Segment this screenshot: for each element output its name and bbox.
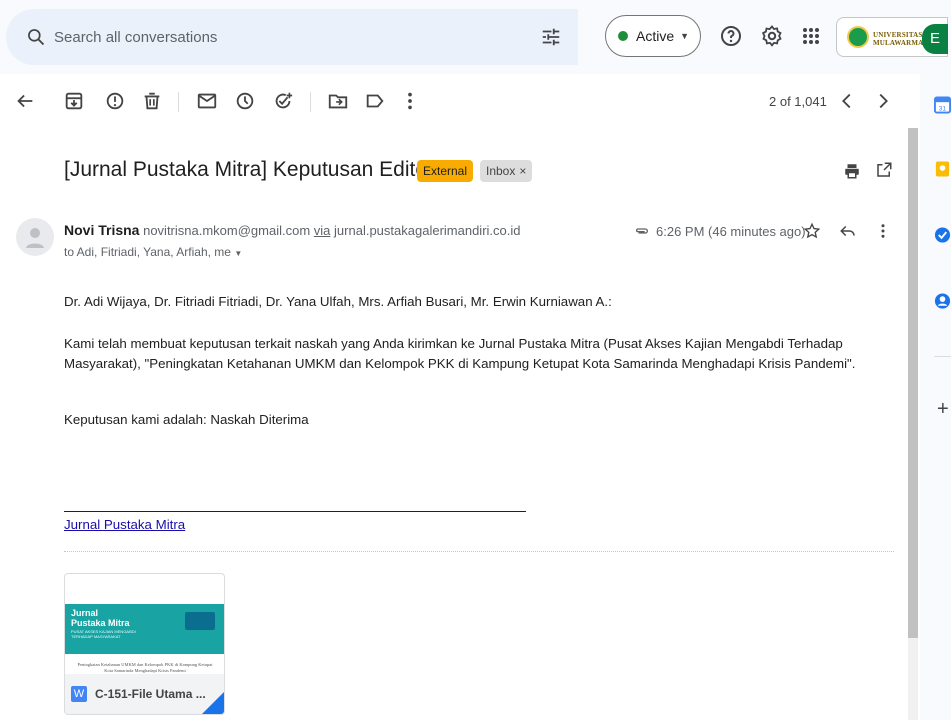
recipients-line[interactable]: to Adi, Fitriadi, Yana, Arfiah, me ▼ — [64, 245, 242, 259]
email-paragraph: Kami telah membuat keputusan terkait nas… — [64, 336, 856, 371]
email-decision: Keputusan kami adalah: Naskah Diterima — [64, 412, 309, 427]
more-options-icon[interactable] — [399, 90, 421, 112]
move-to-folder-icon[interactable] — [327, 90, 349, 112]
older-chevron-right-icon[interactable] — [872, 90, 894, 112]
attachment-footer: W C-151-File Utama ... — [65, 674, 224, 714]
search-options-icon[interactable] — [540, 26, 562, 48]
svg-text:31: 31 — [939, 106, 947, 113]
pagination-count: 2 of 1,041 — [769, 94, 827, 109]
message-more-options-icon[interactable] — [874, 222, 892, 240]
attachment-thumb-title: Jurnal Pustaka Mitra — [71, 608, 130, 628]
person-silhouette-icon — [26, 228, 44, 248]
status-selector[interactable]: Active ▼ — [605, 15, 701, 57]
email-subject: [Jurnal Pustaka Mitra] Keputusan Editor — [64, 158, 435, 181]
word-document-icon: W — [71, 686, 87, 702]
help-icon[interactable] — [719, 24, 743, 48]
scrollbar-thumb[interactable] — [908, 128, 918, 638]
snooze-clock-icon[interactable] — [234, 90, 256, 112]
sender-email: novitrisna.mkom@gmail.com — [143, 223, 311, 238]
open-in-new-window-icon[interactable] — [875, 161, 893, 179]
settings-gear-icon[interactable] — [760, 24, 784, 48]
thumbnail-document-graphic — [185, 612, 215, 630]
search-input[interactable] — [54, 23, 514, 51]
star-icon[interactable] — [803, 222, 821, 240]
scrollbar-track[interactable] — [908, 638, 918, 720]
side-panel-divider — [934, 356, 951, 357]
attachment-clip-icon — [636, 228, 648, 234]
external-label-badge: External — [417, 160, 474, 182]
apps-grid-icon[interactable] — [799, 24, 823, 48]
delete-trash-icon[interactable] — [141, 90, 163, 112]
university-logo-icon — [847, 26, 869, 48]
recipients-text: to Adi, Fitriadi, Yana, Arfiah, me — [64, 245, 231, 259]
attachments-divider — [64, 551, 894, 552]
attachment-corner-fold-icon — [202, 692, 224, 714]
attachment-card[interactable]: Jurnal Pustaka Mitra PUSAT AKSES KAJIAN … — [64, 573, 225, 715]
attachment-filename: C-151-File Utama ... — [95, 687, 206, 701]
mark-unread-mail-icon[interactable] — [196, 90, 218, 112]
remove-label-close-icon[interactable]: × — [519, 164, 526, 178]
via-domain: jurnal.pustakagalerimandiri.co.id — [334, 223, 521, 238]
toolbar-divider — [178, 92, 179, 112]
sender-name[interactable]: Novi Trisna — [64, 222, 139, 238]
archive-icon[interactable] — [63, 90, 85, 112]
add-to-tasks-icon[interactable] — [272, 90, 294, 112]
newer-chevron-left-icon[interactable] — [836, 90, 858, 112]
label-tag-icon[interactable] — [364, 90, 386, 112]
journal-link[interactable]: Jurnal Pustaka Mitra — [64, 517, 185, 532]
sender-info: Novi Trisna novitrisna.mkom@gmail.com vi… — [64, 222, 520, 238]
keep-notes-icon[interactable] — [934, 160, 951, 178]
report-spam-icon[interactable] — [104, 90, 126, 112]
attachment-thumb-body: Peningkatan Ketahanan UMKM dan Kelompok … — [77, 662, 213, 673]
contacts-icon[interactable] — [934, 292, 951, 310]
show-details-caret-icon[interactable]: ▼ — [234, 249, 242, 258]
email-timestamp: 6:26 PM (46 minutes ago) — [656, 223, 806, 239]
status-dot-icon — [618, 31, 628, 41]
search-icon[interactable] — [26, 27, 46, 47]
timestamp-area: 6:26 PM (46 minutes ago) — [634, 223, 806, 239]
search-bar[interactable] — [6, 9, 578, 65]
calendar-icon[interactable]: 31 — [934, 96, 951, 114]
caret-down-icon: ▼ — [680, 31, 690, 41]
tasks-icon[interactable] — [934, 226, 951, 244]
inbox-label-badge: Inbox × — [480, 160, 533, 182]
status-label: Active — [636, 28, 675, 44]
sender-avatar[interactable] — [16, 218, 54, 256]
add-addon-plus-icon[interactable]: + — [937, 398, 949, 421]
attachment-thumb-subtitle: PUSAT AKSES KAJIAN MENGABDI TERHADAP MAS… — [71, 629, 136, 639]
account-avatar[interactable]: E — [922, 24, 948, 54]
back-arrow-icon[interactable] — [14, 90, 36, 112]
print-icon[interactable] — [843, 162, 861, 180]
via-label[interactable]: via — [314, 223, 331, 238]
reply-arrow-icon[interactable] — [839, 222, 857, 240]
signature-divider — [64, 511, 526, 512]
top-bar: Active ▼ UNIVERSITAS MULAWARMAN E — [0, 0, 951, 74]
attachment-thumbnail-banner: Jurnal Pustaka Mitra PUSAT AKSES KAJIAN … — [65, 604, 224, 654]
toolbar-divider — [310, 92, 311, 112]
message-toolbar: 2 of 1,041 — [0, 74, 908, 128]
inbox-label-text: Inbox — [486, 164, 516, 178]
email-greeting: Dr. Adi Wijaya, Dr. Fitriadi Fitriadi, D… — [64, 294, 612, 309]
